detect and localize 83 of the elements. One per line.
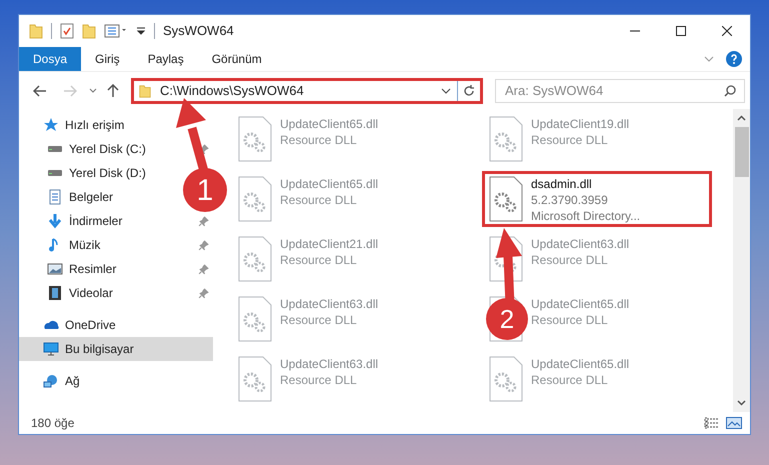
expand-ribbon-icon[interactable] [704, 56, 714, 62]
ribbon-tab[interactable]: Paylaş [134, 47, 198, 71]
file-detail: Resource DLL [280, 192, 358, 208]
file-gear-icon [489, 116, 523, 162]
file-name: UpdateClient63.dll [280, 356, 378, 372]
file-name: UpdateClient65.dll [531, 296, 630, 312]
file-gear-icon [238, 296, 272, 342]
file-detail: 5.2.3790.3959 [531, 192, 609, 208]
file-gear-icon [238, 236, 272, 282]
pin-icon[interactable] [198, 240, 209, 250]
file-detail: Resource DLL [280, 252, 358, 268]
file-name: UpdateClient65.dll [280, 176, 378, 192]
file-name: UpdateClient19.dll [531, 116, 630, 132]
view-dropdown-icon[interactable] [104, 24, 128, 38]
large-icons-view-icon[interactable] [726, 417, 742, 429]
star-icon [43, 117, 59, 133]
nav-item[interactable]: Bu bilgisayar [19, 337, 213, 361]
download-icon [47, 213, 63, 229]
pin-icon[interactable] [198, 264, 209, 274]
nav-item[interactable]: İndirmeler [19, 209, 213, 233]
nav-item[interactable]: Belgeler [19, 185, 118, 209]
ribbon-tab[interactable]: Giriş [81, 47, 134, 71]
back-icon[interactable] [33, 84, 47, 96]
folder-icon [138, 84, 152, 98]
file-gear-icon [238, 356, 272, 402]
file-name: UpdateClient63.dll [531, 236, 630, 252]
file-name: UpdateClient63.dll [280, 296, 378, 312]
file-detail: Resource DLL [280, 132, 358, 148]
pin-icon[interactable] [198, 216, 209, 226]
search-icon [724, 84, 736, 96]
ribbon-tab[interactable]: Görünüm [198, 47, 276, 71]
minimize-icon [630, 30, 640, 32]
scroll-down-icon[interactable] [737, 400, 746, 406]
nav-item[interactable]: Yerel Disk (C:) [19, 137, 213, 161]
file-detail: Resource DLL [531, 132, 609, 148]
file-name: dsadmin.dll [531, 176, 593, 192]
close-icon [722, 26, 732, 36]
file-detail: Resource DLL [531, 372, 609, 388]
file-name: UpdateClient65.dll [280, 116, 378, 132]
nav-item[interactable]: Videolar [19, 281, 213, 305]
picture-icon [47, 261, 63, 277]
network-icon [43, 373, 59, 389]
video-icon [47, 285, 63, 301]
file-name: UpdateClient65.dll [531, 356, 630, 372]
scrollbar[interactable] [733, 109, 750, 412]
file-item[interactable]: dsadmin.dll 5.2.3790.3959 Microsoft Directory... [482, 171, 712, 227]
file-gear-icon [489, 356, 523, 402]
nav-item[interactable]: OneDrive [19, 313, 120, 337]
properties-icon[interactable] [60, 23, 74, 39]
nav-item[interactable]: Resimler [19, 257, 213, 281]
ribbon-tab[interactable]: Dosya [19, 47, 82, 71]
nav-item[interactable]: Hızlı erişim [19, 113, 128, 137]
nav-item[interactable]: Yerel Disk (D:) [19, 161, 150, 185]
address-path: C:\Windows\SysWOW64 [160, 82, 304, 100]
file-detail: Resource DLL [280, 372, 358, 388]
file-detail: Resource DLL [531, 312, 609, 328]
refresh-icon[interactable] [463, 84, 475, 96]
file-detail: Resource DLL [531, 252, 609, 268]
address-bar[interactable]: C:\Windows\SysWOW64 [131, 78, 483, 104]
details-view-icon[interactable] [704, 417, 720, 429]
file-detail: Microsoft Directory... [531, 208, 640, 224]
scrollbar-thumb[interactable] [734, 127, 748, 177]
window-title: SysWOW64 [163, 22, 234, 40]
pin-icon[interactable] [198, 288, 209, 298]
file-gear-icon [238, 116, 272, 162]
up-icon[interactable] [107, 84, 119, 98]
search-input[interactable]: Ara: SysWOW64 [505, 80, 705, 100]
file-detail: Resource DLL [280, 312, 358, 328]
doc-icon [47, 189, 63, 205]
nav-item[interactable]: Müzik [19, 233, 213, 257]
computer-icon [43, 341, 59, 357]
file-gear-icon [489, 176, 523, 222]
nav-item[interactable]: Ağ [19, 369, 84, 393]
file-gear-icon [238, 176, 272, 222]
recent-locations-icon[interactable] [89, 88, 97, 94]
item-count: 180 öğe [31, 415, 74, 432]
dropdown-caret-icon[interactable] [441, 88, 451, 94]
help-icon[interactable] [726, 51, 742, 67]
maximize-icon [676, 26, 686, 36]
search-field[interactable]: Ara: SysWOW64 [495, 78, 745, 102]
file-name: UpdateClient21.dll [280, 236, 378, 252]
scroll-up-icon[interactable] [737, 115, 746, 121]
customize-toolbar-icon[interactable] [136, 26, 146, 36]
